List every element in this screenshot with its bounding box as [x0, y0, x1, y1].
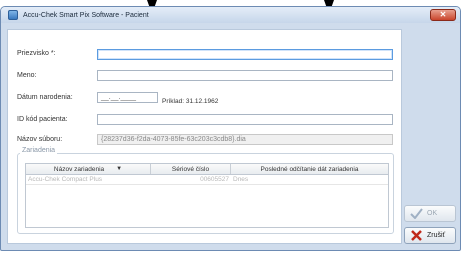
title-bar: Accu-Chek Smart Pix Software - Pacient ✕ [1, 7, 460, 23]
form-panel: Priezvisko *: Meno: Dátum narodenia: __.… [7, 29, 402, 244]
window-title: Accu-Chek Smart Pix Software - Pacient [23, 11, 149, 19]
devices-group-title: Zariadenia [20, 147, 58, 154]
column-header-serial[interactable]: Sériové číslo [151, 164, 231, 174]
surname-input[interactable] [97, 49, 393, 60]
app-icon [8, 10, 18, 20]
close-button[interactable]: ✕ [430, 9, 456, 21]
patient-dialog: Accu-Chek Smart Pix Software - Pacient ✕… [0, 6, 461, 251]
dob-input[interactable]: __.__.____ [97, 92, 158, 103]
dob-label: Dátum narodenia: [17, 94, 73, 101]
cell-device-name: Accu-Chek Compact Plus [28, 176, 103, 183]
devices-table: Názov zariadenia ▼ Sériové číslo Posledné… [25, 163, 389, 228]
name-input[interactable] [97, 70, 393, 81]
cell-last-read: Dnes [233, 176, 249, 183]
filename-field: {28237d36-f2da-4073-85fe-63c203c3cdb8}.d… [97, 134, 393, 145]
filename-label: Názov súboru: [17, 136, 63, 143]
checkmark-icon [410, 208, 423, 219]
dob-hint: Príklad: 31.12.1962 [162, 98, 219, 105]
red-x-icon [410, 230, 423, 241]
column-header-last-read[interactable]: Posledné odčítanie dát zariadenia [231, 164, 388, 174]
ok-button[interactable]: OK [404, 205, 456, 222]
patient-id-label: ID kód pacienta: [17, 116, 68, 123]
column-header-device-name[interactable]: Názov zariadenia ▼ [26, 164, 151, 174]
name-label: Meno: [17, 72, 37, 79]
cell-serial: 00605527 [200, 176, 229, 183]
cancel-button[interactable]: Zrušiť [404, 227, 456, 244]
patient-id-input[interactable] [97, 114, 393, 125]
table-row[interactable]: Accu-Chek Compact Plus 00605527 Dnes [26, 175, 388, 185]
surname-label: Priezvisko *: [17, 50, 56, 57]
table-header: Názov zariadenia ▼ Sériové číslo Posledné… [26, 164, 388, 175]
chevron-down-icon: ▼ [116, 166, 123, 172]
